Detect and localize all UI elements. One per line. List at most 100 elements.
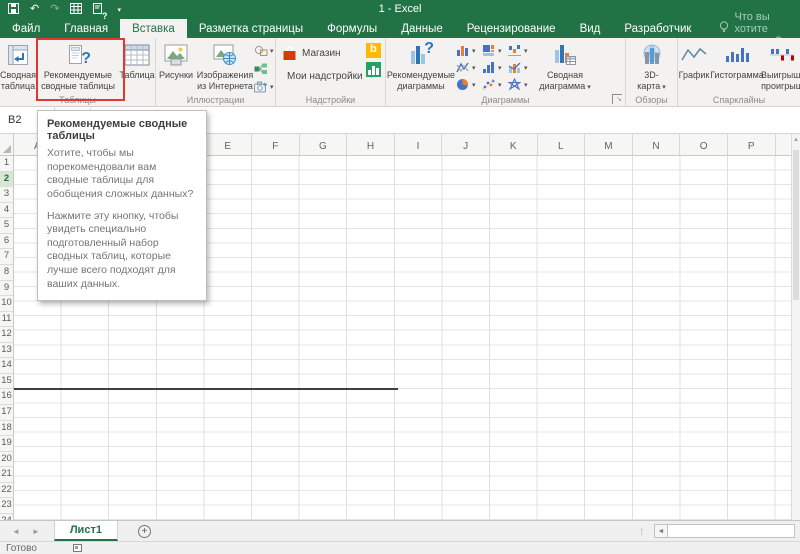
row-header[interactable]: 5	[0, 218, 13, 234]
row-header[interactable]: 16	[0, 389, 13, 405]
column-header[interactable]: G	[300, 134, 348, 155]
row-header[interactable]: 17	[0, 405, 13, 421]
shapes-icon	[254, 45, 268, 56]
macro-record-icon[interactable]	[72, 544, 82, 552]
recommended-charts-icon: ?	[409, 40, 434, 68]
insert-scatter-chart-button[interactable]: ▾	[482, 76, 508, 93]
pictures-button[interactable]: Рисунки	[156, 39, 196, 97]
table-button[interactable]: Таблица	[119, 39, 155, 97]
shapes-button[interactable]: ▾	[254, 43, 274, 59]
map-3d-label: 3D- карта ▾	[637, 70, 666, 91]
scroll-left-icon[interactable]: ◄	[654, 524, 668, 538]
screenshot-icon	[254, 81, 267, 93]
online-pictures-button[interactable]: Изображения из Интернета	[196, 39, 254, 97]
row-header[interactable]: 1	[0, 156, 13, 172]
column-header[interactable]: L	[538, 134, 586, 155]
recommended-charts-label: Рекомендуемые диаграммы	[386, 70, 456, 91]
next-sheet-icon[interactable]: ►	[32, 527, 40, 536]
insert-column-chart-button[interactable]: ▾	[456, 42, 482, 59]
my-addins-button[interactable]: Мои надстройки ▾	[282, 66, 373, 86]
sparkline-winloss-button[interactable]: Выигрыш/ проигрыш	[761, 39, 800, 97]
column-header[interactable]: I	[395, 134, 443, 155]
row-header[interactable]: 4	[0, 203, 13, 219]
sparkline-column-button[interactable]: Гистограмма	[710, 39, 764, 97]
scroll-up-icon[interactable]: ▲	[792, 134, 800, 143]
store-label: Магазин	[302, 47, 341, 59]
ribbon-tab[interactable]: Файл	[0, 19, 52, 38]
column-header[interactable]: K	[490, 134, 538, 155]
row-header[interactable]: 3	[0, 187, 13, 203]
ribbon-tab[interactable]: Главная	[52, 19, 120, 38]
row-header[interactable]: 2	[0, 171, 13, 188]
row-header[interactable]: 23	[0, 498, 13, 514]
pivot-table-icon	[7, 42, 29, 68]
ribbon-tab[interactable]: Формулы	[315, 19, 389, 38]
group-label-charts: Диаграммы	[481, 95, 530, 105]
row-header[interactable]: 15	[0, 374, 13, 390]
prev-sheet-icon[interactable]: ◄	[12, 527, 20, 536]
column-header[interactable]: Q	[776, 134, 792, 155]
pivot-table-button[interactable]: Сводная таблица	[0, 39, 36, 97]
column-header[interactable]: J	[442, 134, 490, 155]
row-header[interactable]: 20	[0, 452, 13, 468]
insert-line-chart-button[interactable]: ▾	[456, 59, 482, 76]
map-3d-button[interactable]: 3D- карта ▾	[630, 39, 674, 97]
insert-radar-chart-button[interactable]: ▾	[508, 76, 534, 93]
tell-me-search[interactable]: Что вы хотите сделать?	[719, 11, 800, 47]
row-header[interactable]: 8	[0, 265, 13, 281]
sheet-tab-active[interactable]: Лист1	[53, 521, 118, 541]
column-header[interactable]: E	[204, 134, 252, 155]
row-header[interactable]: 12	[0, 327, 13, 343]
column-header[interactable]: N	[633, 134, 681, 155]
select-all-button[interactable]	[0, 134, 14, 156]
vertical-scrollbar[interactable]: ▲	[791, 134, 800, 520]
screenshot-button[interactable]: ▾	[254, 79, 274, 95]
column-header[interactable]: P	[728, 134, 776, 155]
column-header[interactable]: H	[347, 134, 395, 155]
smartart-button[interactable]	[254, 61, 274, 77]
row-header[interactable]: 11	[0, 312, 13, 328]
column-header[interactable]: F	[252, 134, 300, 155]
insert-combo-chart-button[interactable]: ▾	[508, 59, 534, 76]
recommended-charts-button[interactable]: ? Рекомендуемые диаграммы	[386, 39, 456, 97]
row-header[interactable]: 14	[0, 358, 13, 374]
insert-waterfall-chart-button[interactable]: ▾	[508, 42, 534, 59]
ribbon-tab[interactable]: Вставка	[120, 19, 187, 38]
ribbon-group-charts: ? Рекомендуемые диаграммы ▾ ▾ ▾ ▾ ▾ ▾ ▾ …	[386, 38, 626, 106]
column-header[interactable]: M	[585, 134, 633, 155]
pivot-chart-icon	[553, 42, 577, 68]
row-header[interactable]: 22	[0, 483, 13, 499]
insert-statistic-chart-button[interactable]: ▾	[482, 59, 508, 76]
ribbon-tab[interactable]: Разработчик	[612, 19, 703, 38]
tab-splitter-grip[interactable]: ⁞	[640, 521, 642, 542]
insert-pie-chart-button[interactable]: ▾	[456, 76, 482, 93]
row-header[interactable]: 13	[0, 343, 13, 359]
people-graph-icon[interactable]	[366, 62, 381, 77]
ribbon-tab[interactable]: Разметка страницы	[187, 19, 315, 38]
ribbon-tab[interactable]: Вид	[568, 19, 613, 38]
row-header[interactable]: 18	[0, 421, 13, 437]
store-button[interactable]: Магазин	[282, 43, 362, 63]
row-header[interactable]: 19	[0, 436, 13, 452]
new-sheet-button[interactable]: +	[137, 524, 151, 538]
ribbon-group-illustrations: Рисунки Изображения из Интернета ▾ ▾ Илл…	[156, 38, 276, 106]
row-header[interactable]: 21	[0, 467, 13, 483]
ribbon-tab[interactable]: Рецензирование	[455, 19, 568, 38]
screentip-title: Рекомендуемые сводные таблицы	[47, 118, 188, 142]
vertical-scroll-thumb[interactable]	[793, 150, 799, 300]
bing-maps-icon[interactable]: b	[366, 43, 381, 58]
pivot-chart-button[interactable]: Сводная диаграмма ▾	[534, 39, 596, 97]
row-header[interactable]: 10	[0, 296, 13, 312]
row-header[interactable]: 9	[0, 281, 13, 297]
title-bar: ↶ ↷ ? ▾ 1 - Excel	[0, 0, 800, 21]
row-header[interactable]: 7	[0, 249, 13, 265]
horizontal-scrollbar[interactable]: ◄	[654, 524, 795, 538]
horizontal-scroll-track[interactable]	[668, 524, 795, 538]
charts-dialog-launcher-icon[interactable]: ↘	[612, 94, 622, 104]
row-header[interactable]: 6	[0, 234, 13, 250]
insert-hierarchy-chart-button[interactable]: ▾	[482, 42, 508, 59]
sparkline-column-label: Гистограмма	[710, 70, 764, 80]
ribbon-tab[interactable]: Данные	[389, 19, 455, 38]
sparkline-line-button[interactable]: График	[678, 39, 710, 97]
column-header[interactable]: O	[680, 134, 728, 155]
